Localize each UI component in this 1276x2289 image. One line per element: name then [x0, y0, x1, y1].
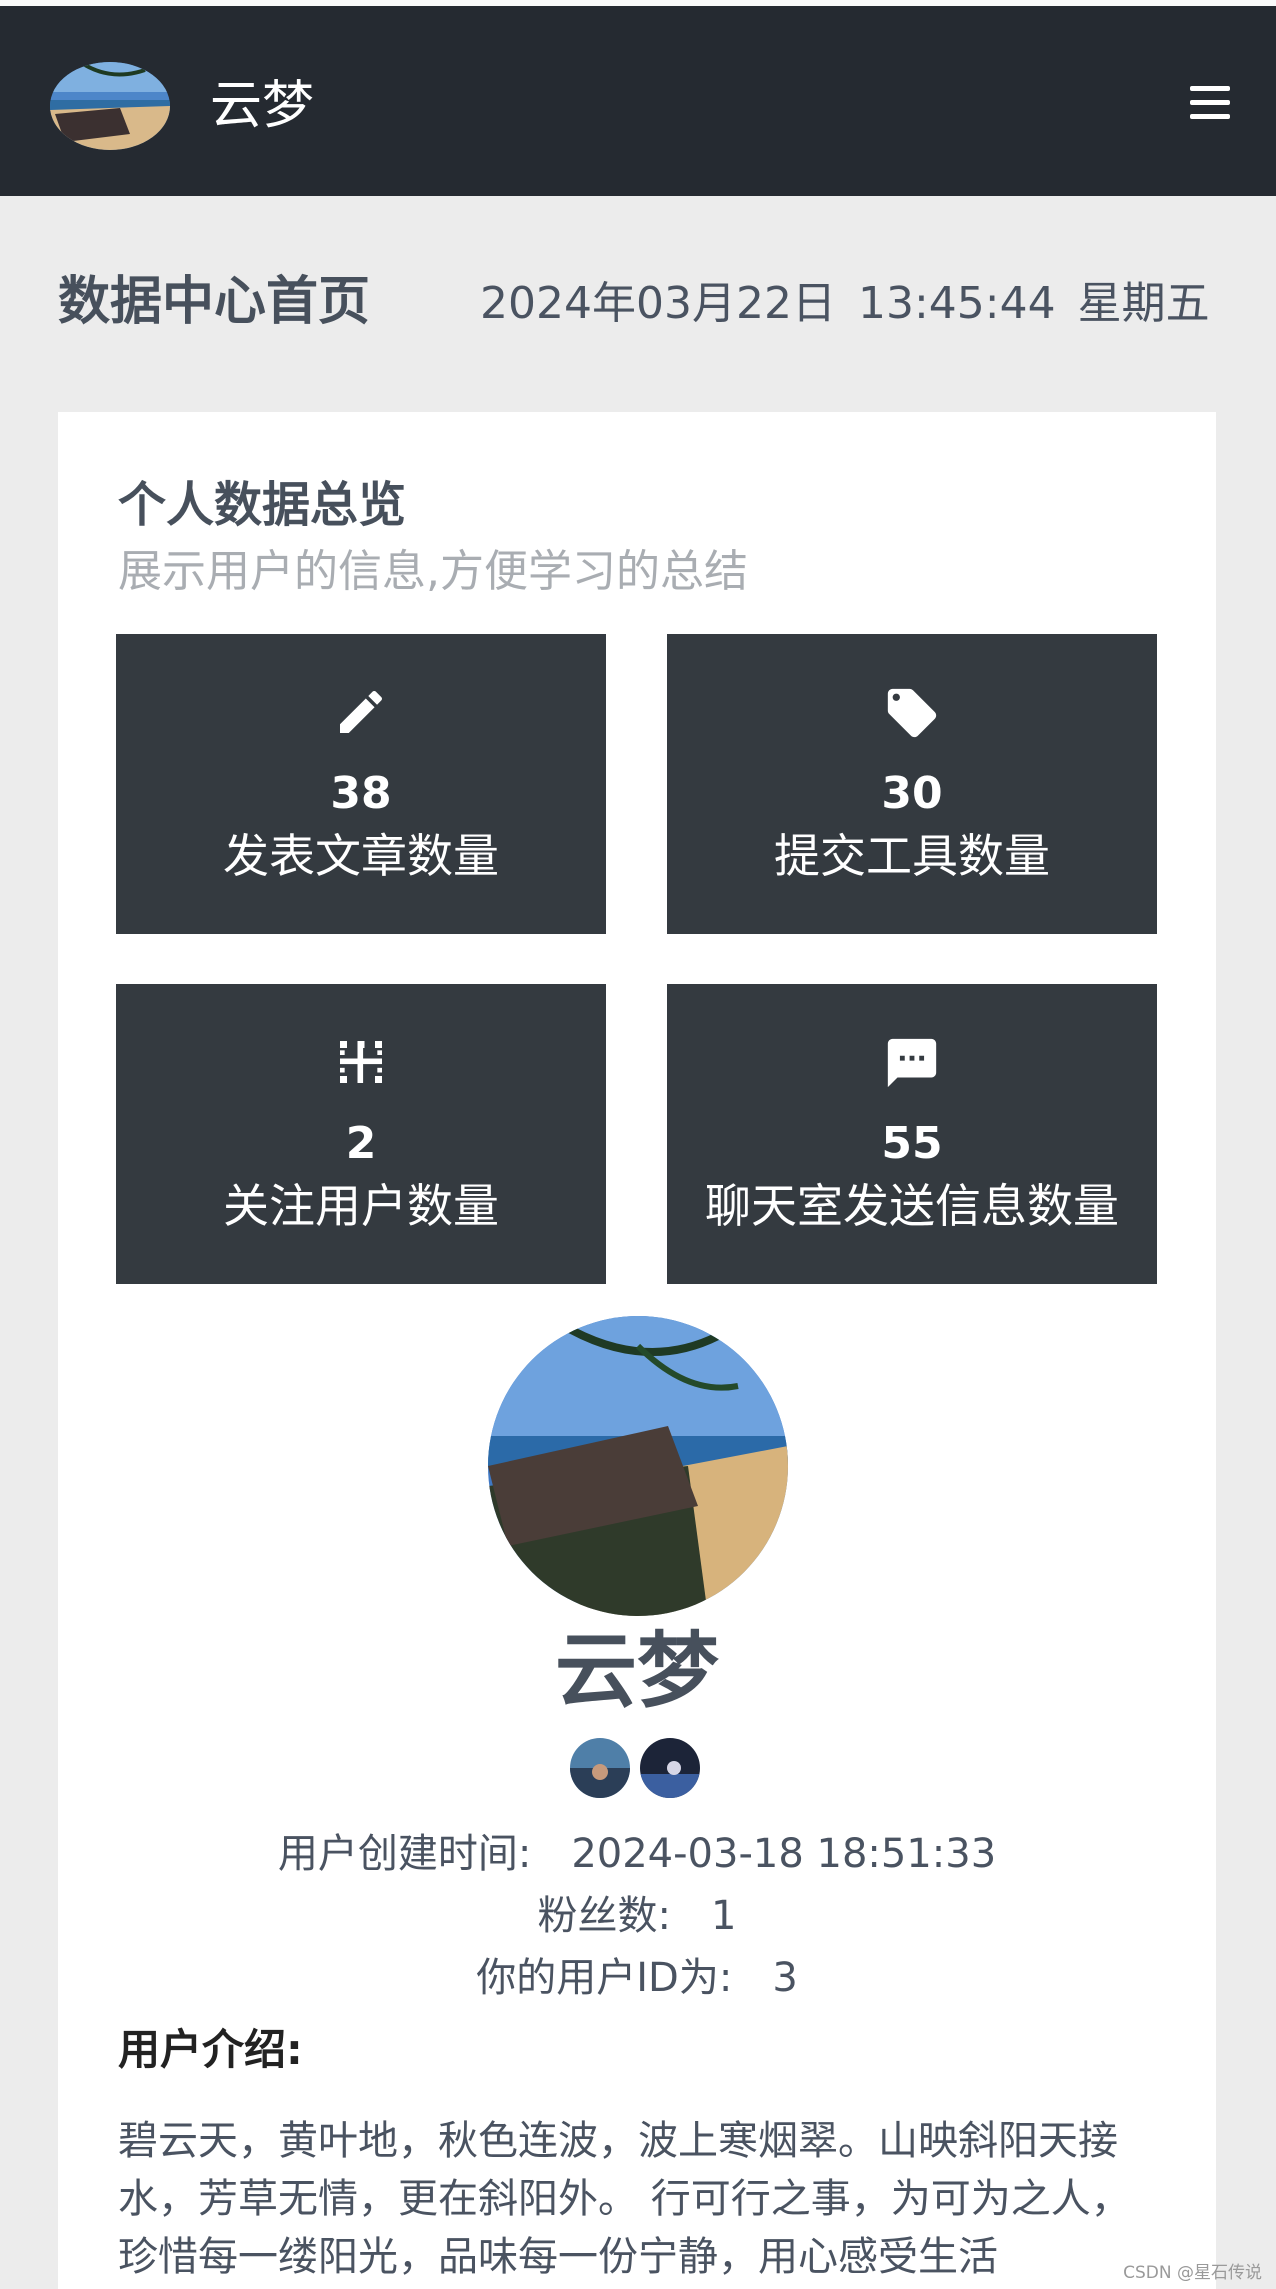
stat-label: 提交工具数量 [774, 829, 1050, 883]
grid-icon [116, 1034, 606, 1094]
user-id-line: 你的用户ID为: 3 [58, 1950, 1216, 2006]
chat-icon [667, 1034, 1157, 1094]
stat-value: 2 [345, 1118, 377, 1169]
follower-avatar[interactable] [570, 1738, 630, 1798]
intro-title: 用户介绍: [118, 2025, 303, 2074]
current-weekday: 星期五 [1077, 278, 1210, 329]
user-id-value: 3 [772, 1955, 798, 2001]
stat-value: 38 [330, 768, 392, 819]
stat-label: 聊天室发送信息数量 [705, 1179, 1119, 1233]
user-id-label: 你的用户ID为: [476, 1955, 733, 2001]
profile-avatar[interactable] [488, 1316, 788, 1616]
fans-line: 粉丝数: 1 [58, 1888, 1216, 1944]
fans-label: 粉丝数: [537, 1893, 672, 1939]
watermark: CSDN @星石传说 [1123, 2263, 1262, 2283]
overview-subtitle: 展示用户的信息,方便学习的总结 [118, 546, 748, 597]
stat-label: 发表文章数量 [223, 829, 499, 883]
stat-value: 30 [881, 768, 943, 819]
stat-tile-articles[interactable]: 38 发表文章数量 [116, 634, 606, 934]
stat-tile-follows[interactable]: 2 关注用户数量 [116, 984, 606, 1284]
page-title: 数据中心首页 [58, 272, 371, 332]
follower-avatar[interactable] [640, 1738, 700, 1798]
profile-name: 云梦 [554, 1624, 719, 1719]
current-date: 2024年03月22日 [480, 278, 836, 329]
beach-avatar-icon[interactable] [50, 62, 170, 150]
top-navbar: 云梦 [0, 6, 1276, 196]
hamburger-menu-icon[interactable] [1190, 86, 1230, 122]
stat-tile-chat[interactable]: 55 聊天室发送信息数量 [667, 984, 1157, 1284]
current-datetime: 2024年03月22日 13:45:44 星期五 [480, 268, 1232, 340]
fans-value: 1 [711, 1893, 737, 1939]
tag-icon [667, 684, 1157, 744]
site-title[interactable]: 云梦 [210, 66, 314, 146]
created-time-line: 用户创建时间: 2024-03-18 18:51:33 [58, 1826, 1216, 1882]
intro-text: 碧云天，黄叶地，秋色连波，波上寒烟翠。山映斜阳天接水，芳草无情，更在斜阳外。 行… [118, 2118, 1131, 2280]
created-value: 2024-03-18 18:51:33 [571, 1831, 997, 1877]
overview-card: 个人数据总览 展示用户的信息,方便学习的总结 38 发表文章数量 30 提交工具… [58, 412, 1216, 2289]
stat-value: 55 [881, 1118, 943, 1169]
created-label: 用户创建时间: [277, 1831, 532, 1877]
stat-tile-tools[interactable]: 30 提交工具数量 [667, 634, 1157, 934]
overview-title: 个人数据总览 [118, 477, 407, 533]
stat-label: 关注用户数量 [223, 1179, 499, 1233]
current-time: 13:45:44 [857, 278, 1056, 329]
pencil-icon [116, 684, 606, 744]
